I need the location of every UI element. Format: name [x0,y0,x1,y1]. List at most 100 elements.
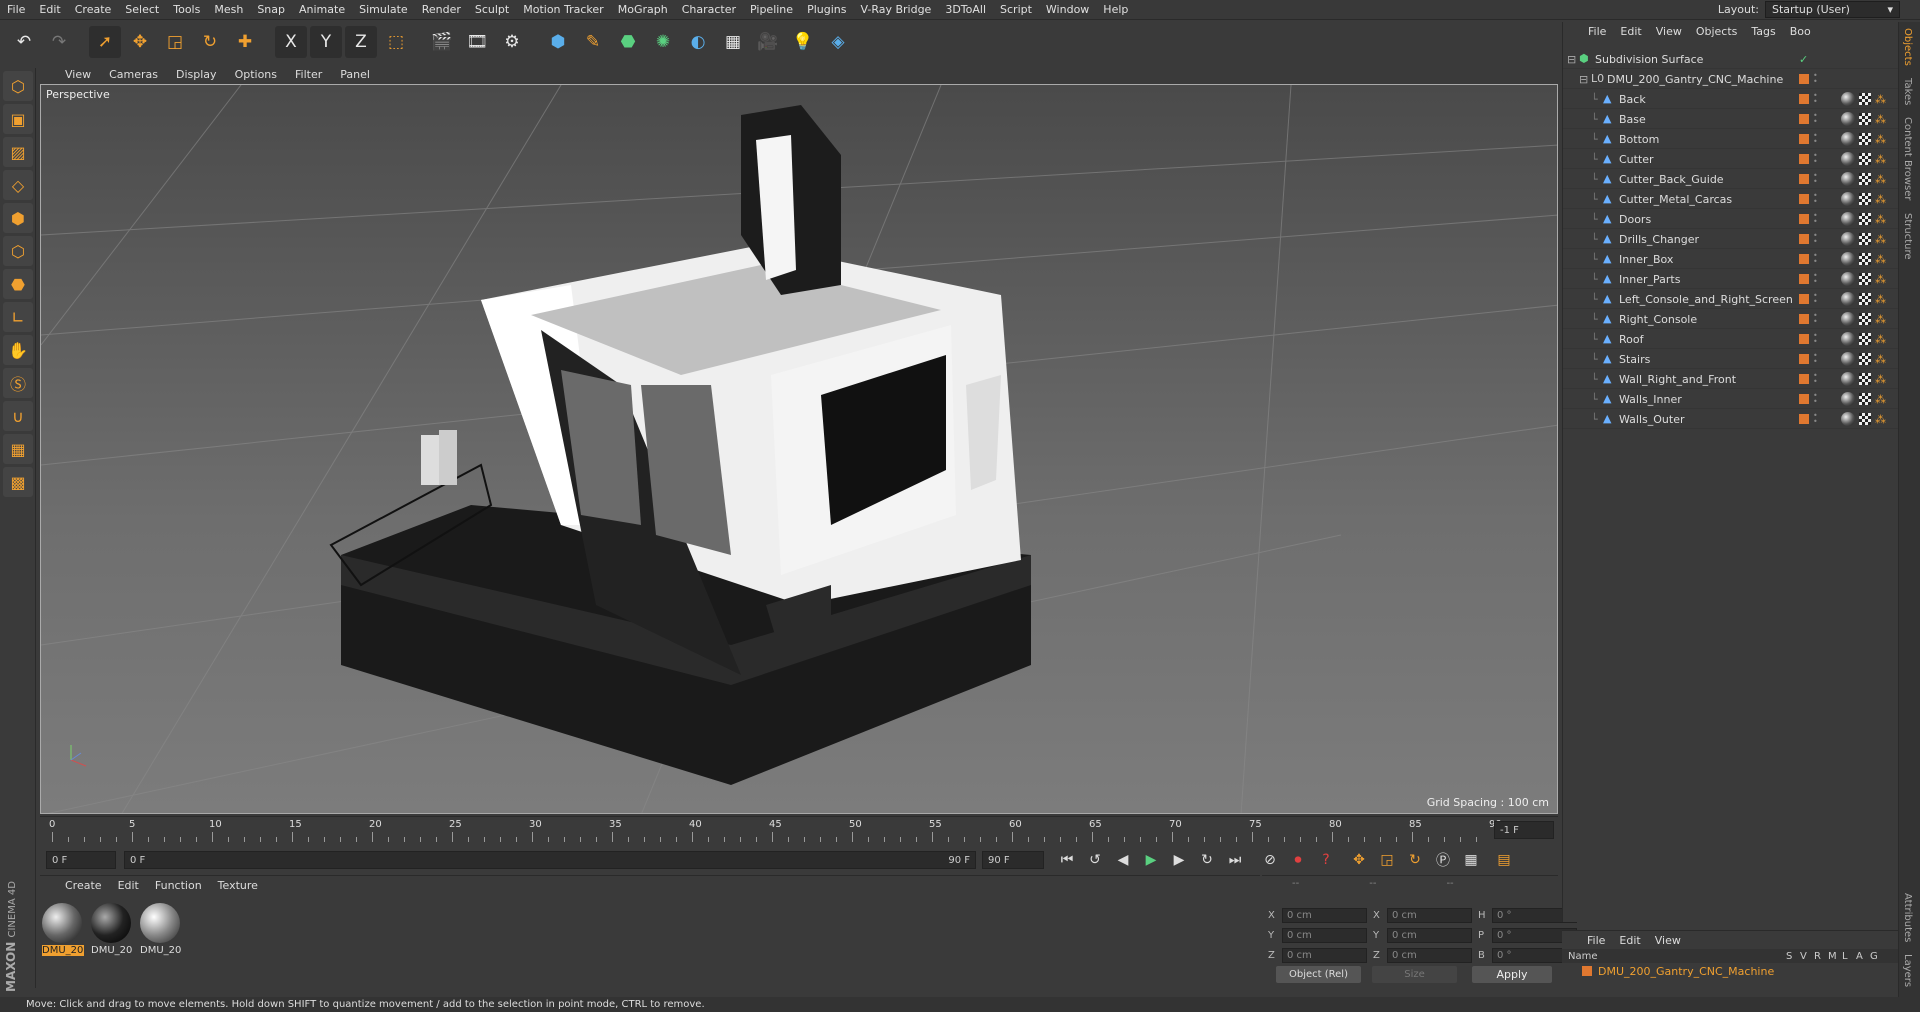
coord-system-icon[interactable]: ⬚ [380,26,412,58]
material-swatch[interactable]: DMU_20 [91,903,133,959]
material-tag-icon[interactable] [1841,92,1855,106]
size-x-field[interactable]: 0 cm [1387,908,1472,923]
frame-range-slider[interactable]: 0 F 90 F [124,851,976,869]
object-row[interactable]: └ ▲ Right_Console • • ⁂ [1563,310,1899,329]
tab-content-browser[interactable]: Content Browser [1899,111,1916,206]
visibility-dots-icon[interactable]: • • [1813,292,1819,306]
model-mode-icon[interactable]: ⬡ [3,71,33,101]
material-swatch[interactable]: DMU_20 [42,903,84,959]
pen-icon[interactable]: ✎ [577,26,609,58]
key-rotation-icon[interactable]: ↻ [1404,849,1426,871]
nurbs-icon[interactable]: ⬣ [612,26,644,58]
object-row[interactable]: └ ▲ Back • • ⁂ [1563,90,1899,109]
visibility-dots-icon[interactable]: • • [1813,412,1819,426]
size-mode-dropdown[interactable]: Size [1372,966,1457,983]
uvw-tag-icon[interactable] [1859,353,1871,365]
viewport-menu-filter[interactable]: Filter [295,68,322,81]
menu-snap[interactable]: Snap [250,3,292,16]
record-icon[interactable]: ⊘ [1259,849,1281,871]
layer-row[interactable]: DMU_200_Gantry_CNC_Machine [1562,963,1898,979]
visibility-dots-icon[interactable]: • • [1813,132,1819,146]
visibility-dots-icon[interactable]: • • [1813,92,1819,106]
menu-window[interactable]: Window [1039,3,1096,16]
scale-icon[interactable]: ◲ [159,26,191,58]
layer-color-swatch[interactable] [1799,334,1809,344]
undo-icon[interactable]: ↶ [8,26,40,58]
material-tag-icon[interactable] [1841,412,1855,426]
current-frame-field[interactable]: -1 F [1494,821,1554,839]
viewport-menu-options[interactable]: Options [235,68,277,81]
menu-3dtoall[interactable]: 3DToAll [938,3,993,16]
uvw-tag-icon[interactable] [1859,173,1871,185]
menu-render[interactable]: Render [415,3,468,16]
texture-tag-icon[interactable]: ⁂ [1875,233,1886,246]
uvw-tag-icon[interactable] [1859,393,1871,405]
material-tag-icon[interactable] [1841,232,1855,246]
material-tag-icon[interactable] [1841,312,1855,326]
object-row[interactable]: └ ▲ Cutter_Back_Guide • • ⁂ [1563,170,1899,189]
layer-color-swatch[interactable] [1799,314,1809,324]
z-axis-icon[interactable]: Z [345,26,377,58]
visibility-dots-icon[interactable]: • • [1813,192,1819,206]
layer-color-swatch[interactable] [1799,234,1809,244]
key-position-icon[interactable]: ✥ [1348,849,1370,871]
texture-tag-icon[interactable]: ⁂ [1875,313,1886,326]
material-swatch[interactable]: DMU_20 [140,903,182,959]
menu-help[interactable]: Help [1096,3,1135,16]
position-x-field[interactable]: 0 cm [1282,908,1367,923]
workplane-icon[interactable]: ◇ [3,170,33,200]
visibility-dots-icon[interactable]: • • [1813,352,1819,366]
material-tag-icon[interactable] [1841,112,1855,126]
texture-tag-icon[interactable]: ⁂ [1875,333,1886,346]
texture-tag-icon[interactable]: ⁂ [1875,273,1886,286]
layer-color-swatch[interactable] [1799,414,1809,424]
points-mode-icon[interactable]: ⬢ [3,203,33,233]
uvw-tag-icon[interactable] [1859,293,1871,305]
prev-key-icon[interactable]: ↺ [1084,849,1106,871]
viewport-menu-view[interactable]: View [65,68,91,81]
render-region-icon[interactable]: 🎞 [461,26,493,58]
material-tag-icon[interactable] [1841,132,1855,146]
texture-tag-icon[interactable]: ⁂ [1875,153,1886,166]
menu-select[interactable]: Select [118,3,166,16]
python-icon[interactable]: ◈ [822,26,854,58]
end-frame-field[interactable]: 90 F [982,851,1044,869]
material-menu-edit[interactable]: Edit [118,879,139,892]
material-tag-icon[interactable] [1841,352,1855,366]
layer-color-swatch[interactable] [1799,174,1809,184]
menu-motion-tracker[interactable]: Motion Tracker [516,3,610,16]
menu-plugins[interactable]: Plugins [800,3,853,16]
objects-menu-view[interactable]: View [1656,25,1682,38]
layout-dropdown[interactable]: Startup (User) ▾ [1765,1,1900,18]
polygons-mode-icon[interactable]: ⬣ [3,269,33,299]
object-row[interactable]: └ ▲ Roof • • ⁂ [1563,330,1899,349]
object-row[interactable]: └ ▲ Left_Console_and_Right_Screen • • ⁂ [1563,290,1899,309]
select-icon[interactable]: ➚ [89,26,121,58]
objects-menu-file[interactable]: File [1588,25,1606,38]
render-settings-icon[interactable]: ⚙ [496,26,528,58]
array-icon[interactable]: ✺ [647,26,679,58]
visibility-dots-icon[interactable]: • • [1813,232,1819,246]
collapse-icon[interactable]: ⊟ [1579,73,1591,86]
uvw-tag-icon[interactable] [1859,253,1871,265]
uvw-tag-icon[interactable] [1859,233,1871,245]
menu-character[interactable]: Character [675,3,743,16]
objects-menu-bookmarks[interactable]: Boo [1790,25,1811,38]
layer-color-swatch[interactable] [1799,194,1809,204]
viewport-menu-display[interactable]: Display [176,68,217,81]
layers-menu-edit[interactable]: Edit [1619,934,1640,947]
auto-key-icon[interactable]: ⏺ [1287,849,1309,871]
material-tag-icon[interactable] [1841,172,1855,186]
uvw-tag-icon[interactable] [1859,93,1871,105]
objects-menu-tags[interactable]: Tags [1751,25,1775,38]
layer-color-swatch[interactable] [1799,134,1809,144]
snap-icon[interactable]: Ⓢ [3,368,33,398]
visibility-dots-icon[interactable]: • • [1813,152,1819,166]
key-scale-icon[interactable]: ◲ [1376,849,1398,871]
material-tag-icon[interactable] [1841,192,1855,206]
prev-frame-icon[interactable]: ◀ [1112,849,1134,871]
tab-layers[interactable]: Layers [1899,948,1916,993]
object-row[interactable]: └ ▲ Cutter • • ⁂ [1563,150,1899,169]
visibility-dots-icon[interactable]: • • [1813,332,1819,346]
collapse-icon[interactable]: ⊟ [1567,53,1579,66]
